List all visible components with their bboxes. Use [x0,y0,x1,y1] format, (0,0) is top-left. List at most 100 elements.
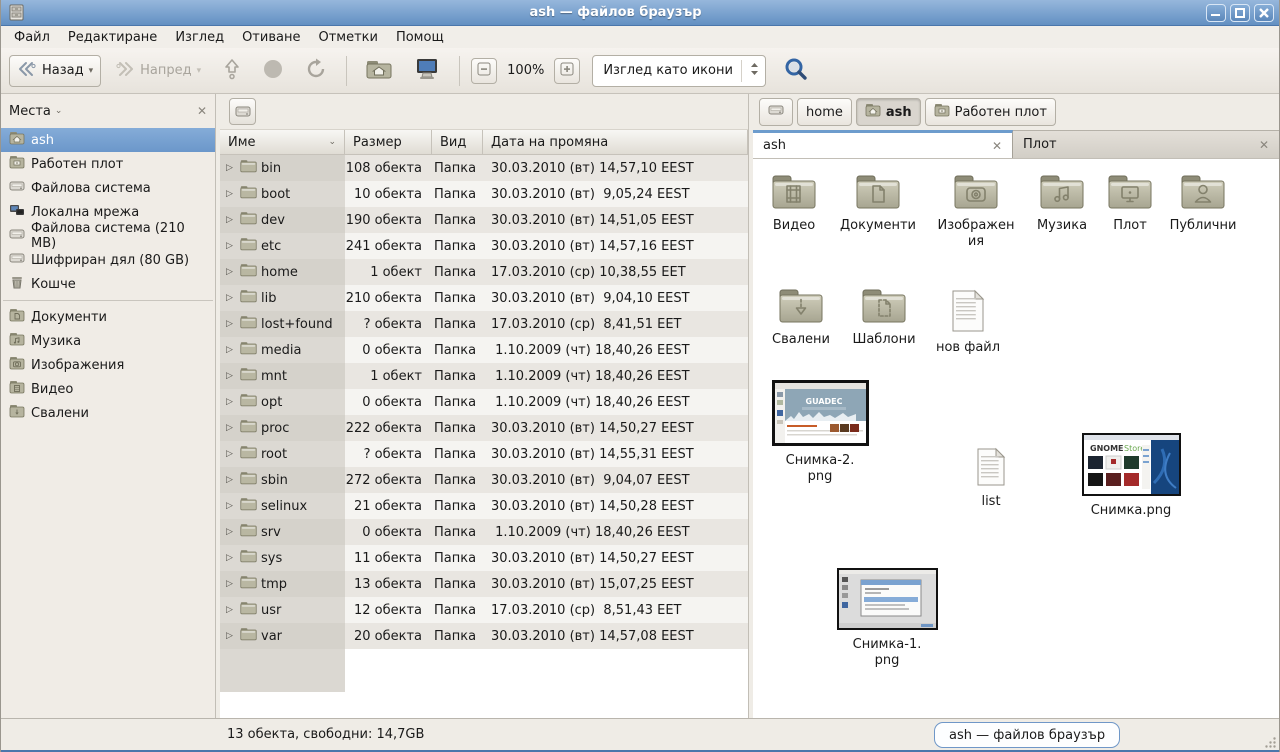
file-size: 272 обекта [345,473,432,488]
menu-item-4[interactable]: Отметки [309,28,386,47]
file-icon-Шаблони[interactable]: Шаблони [836,287,932,348]
menu-item-0[interactable]: Файл [5,28,59,47]
expander-icon[interactable]: ▷ [226,449,236,459]
forward-button[interactable]: Напред ▾ [107,55,209,87]
computer-button[interactable] [406,55,448,87]
expander-icon[interactable]: ▷ [226,293,236,303]
sidebar-item-6[interactable]: Кошче [1,272,215,296]
expander-icon[interactable]: ▷ [226,319,236,329]
table-row[interactable]: ▷ proc 222 обекта Папка 30.03.2010 (вт) … [220,415,748,441]
table-row[interactable]: ▷ lost+found ? обекта Папка 17.03.2010 (… [220,311,748,337]
sidebar-item-8[interactable]: Документи [1,305,215,329]
expander-icon[interactable]: ▷ [226,475,236,485]
close-icon[interactable]: ✕ [1251,138,1269,152]
expander-icon[interactable]: ▷ [226,241,236,251]
file-icon-Снимка-1.png[interactable]: Снимка-1.png [832,568,942,669]
table-row[interactable]: ▷ dev 190 обекта Папка 30.03.2010 (вт) 1… [220,207,748,233]
file-icon-Свалени[interactable]: Свалени [753,287,849,348]
expander-icon[interactable]: ▷ [226,163,236,173]
file-icon-нов файл[interactable]: нов файл [920,289,1016,356]
sidebar-item-12[interactable]: Свалени [1,401,215,425]
expander-icon[interactable]: ▷ [226,215,236,225]
stop-button[interactable] [255,55,291,87]
sidebar-title[interactable]: Места [9,104,51,119]
table-row[interactable]: ▷ sys 11 обекта Папка 30.03.2010 (вт) 14… [220,545,748,571]
minimize-button[interactable] [1206,4,1226,22]
search-button[interactable] [776,55,816,87]
expander-icon[interactable]: ▷ [226,423,236,433]
taskbar-window-button[interactable]: ash — файлов браузър [934,722,1120,748]
table-row[interactable]: ▷ home 1 обект Папка 17.03.2010 (ср) 10,… [220,259,748,285]
table-row[interactable]: ▷ boot 10 обекта Папка 30.03.2010 (вт) 9… [220,181,748,207]
expander-icon[interactable]: ▷ [226,345,236,355]
table-row[interactable]: ▷ usr 12 обекта Папка 17.03.2010 (ср) 8,… [220,597,748,623]
sidebar-item-4[interactable]: Файлова система (210 MB) [1,224,215,248]
table-row[interactable]: ▷ media 0 обекта Папка 1.10.2009 (чт) 18… [220,337,748,363]
folder-icon [240,445,257,463]
breadcrumb-button-0[interactable] [759,98,793,126]
sidebar-item-11[interactable]: Видео [1,377,215,401]
breadcrumb-button-1[interactable]: home [797,98,852,126]
file-icon-Документи[interactable]: Документи [830,173,926,234]
column-header-3[interactable]: Дата на промяна [483,130,748,155]
home-button[interactable] [358,55,400,87]
view-mode-select[interactable]: Изглед като икони [592,55,766,87]
table-row[interactable]: ▷ lib 210 обекта Папка 30.03.2010 (вт) 9… [220,285,748,311]
expander-icon[interactable]: ▷ [226,527,236,537]
maximize-button[interactable] [1230,4,1250,22]
sidebar-item-5[interactable]: Шифриран дял (80 GB) [1,248,215,272]
up-button[interactable] [215,55,249,87]
back-label: Назад [42,63,84,78]
sidebar-item-9[interactable]: Музика [1,329,215,353]
file-icon-Изображения[interactable]: Изображения [928,173,1024,250]
menu-item-2[interactable]: Изглед [166,28,233,47]
expander-icon[interactable]: ▷ [226,631,236,641]
expander-icon[interactable]: ▷ [226,501,236,511]
table-row[interactable]: ▷ tmp 13 обекта Папка 30.03.2010 (вт) 15… [220,571,748,597]
expander-icon[interactable]: ▷ [226,605,236,615]
expander-icon[interactable]: ▷ [226,553,236,563]
close-button[interactable] [1254,4,1274,22]
table-row[interactable]: ▷ opt 0 обекта Папка 1.10.2009 (чт) 18,4… [220,389,748,415]
column-header-1[interactable]: Размер [345,130,432,155]
expander-icon[interactable]: ▷ [226,579,236,589]
column-header-2[interactable]: Вид [432,130,483,155]
toolbar: Назад ▾ Напред ▾ 100% [1,48,1279,94]
file-icon-Снимка-2.png[interactable]: GUADEC Снимка-2.png [765,380,875,485]
table-row[interactable]: ▷ sbin 272 обекта Папка 30.03.2010 (вт) … [220,467,748,493]
back-button[interactable]: Назад ▾ [9,55,101,87]
menu-item-3[interactable]: Отиване [233,28,309,47]
file-icon-list[interactable]: list [943,447,1039,510]
table-row[interactable]: ▷ var 20 обекта Папка 30.03.2010 (вт) 14… [220,623,748,649]
table-row[interactable]: ▷ srv 0 обекта Папка 1.10.2009 (чт) 18,4… [220,519,748,545]
sidebar-item-0[interactable]: ash [1,128,215,152]
column-header-0[interactable]: Име ⌄ [220,130,345,155]
sidebar-item-2[interactable]: Файлова система [1,176,215,200]
close-icon[interactable]: ✕ [984,139,1002,153]
zoom-in-button[interactable] [554,58,580,84]
table-row[interactable]: ▷ etc 241 обекта Папка 30.03.2010 (вт) 1… [220,233,748,259]
sidebar-close-icon[interactable]: ✕ [197,104,207,118]
zoom-out-button[interactable] [471,58,497,84]
root-location-button[interactable] [229,98,256,125]
sidebar-item-1[interactable]: Работен плот [1,152,215,176]
file-icon-Видео[interactable]: Видео [746,173,842,234]
table-row[interactable]: ▷ selinux 21 обекта Папка 30.03.2010 (вт… [220,493,748,519]
breadcrumb-button-2[interactable]: ash [856,98,921,126]
menu-item-5[interactable]: Помощ [387,28,453,47]
sidebar-item-10[interactable]: Изображения [1,353,215,377]
expander-icon[interactable]: ▷ [226,267,236,277]
expander-icon[interactable]: ▷ [226,189,236,199]
expander-icon[interactable]: ▷ [226,397,236,407]
expander-icon[interactable]: ▷ [226,371,236,381]
table-row[interactable]: ▷ root ? обекта Папка 30.03.2010 (вт) 14… [220,441,748,467]
tab-Плот[interactable]: Плот ✕ [1013,130,1279,158]
breadcrumb-button-3[interactable]: Работен плот [925,98,1056,126]
file-icon-Публични[interactable]: Публични [1155,173,1251,234]
table-row[interactable]: ▷ mnt 1 обект Папка 1.10.2009 (чт) 18,40… [220,363,748,389]
menu-item-1[interactable]: Редактиране [59,28,166,47]
reload-button[interactable] [297,55,335,87]
file-icon-Снимка.png[interactable]: GNOME Store Снимка.png [1076,433,1186,519]
tab-ash[interactable]: ash ✕ [753,130,1013,158]
table-row[interactable]: ▷ bin 108 обекта Папка 30.03.2010 (вт) 1… [220,155,748,181]
